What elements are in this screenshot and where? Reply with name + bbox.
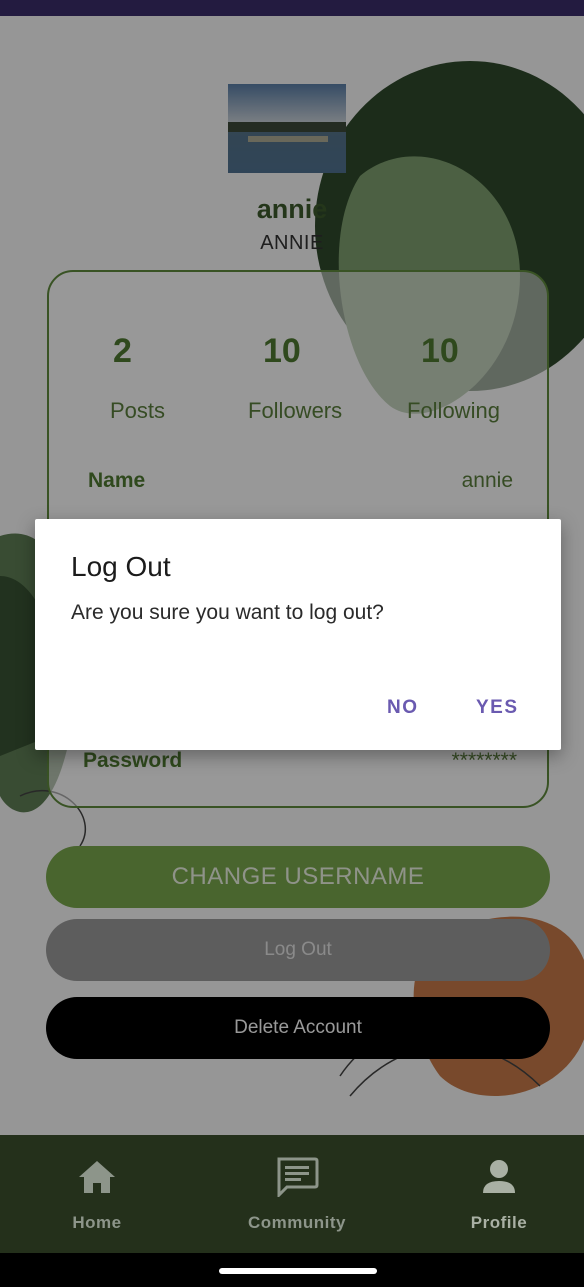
logout-dialog: Log Out Are you sure you want to log out…	[35, 519, 561, 750]
home-indicator[interactable]	[219, 1268, 377, 1274]
no-button[interactable]: NO	[387, 697, 419, 719]
yes-button[interactable]: YES	[476, 697, 519, 719]
dialog-message: Are you sure you want to log out?	[71, 601, 384, 624]
nav-item-profile[interactable]: Profile	[419, 1135, 579, 1253]
nav-item-community[interactable]: Community	[217, 1135, 377, 1253]
chat-icon	[217, 1157, 377, 1199]
nav-item-home[interactable]: Home	[17, 1135, 177, 1253]
nav-label-profile: Profile	[470, 1213, 528, 1232]
person-icon	[419, 1157, 579, 1197]
dialog-title: Log Out	[71, 551, 171, 582]
nav-label-community: Community	[248, 1213, 346, 1232]
nav-label-home: Home	[72, 1213, 122, 1232]
gesture-bar	[0, 1253, 584, 1287]
home-icon	[17, 1157, 177, 1197]
bottom-navigation: Home Community Profile	[0, 1135, 584, 1253]
